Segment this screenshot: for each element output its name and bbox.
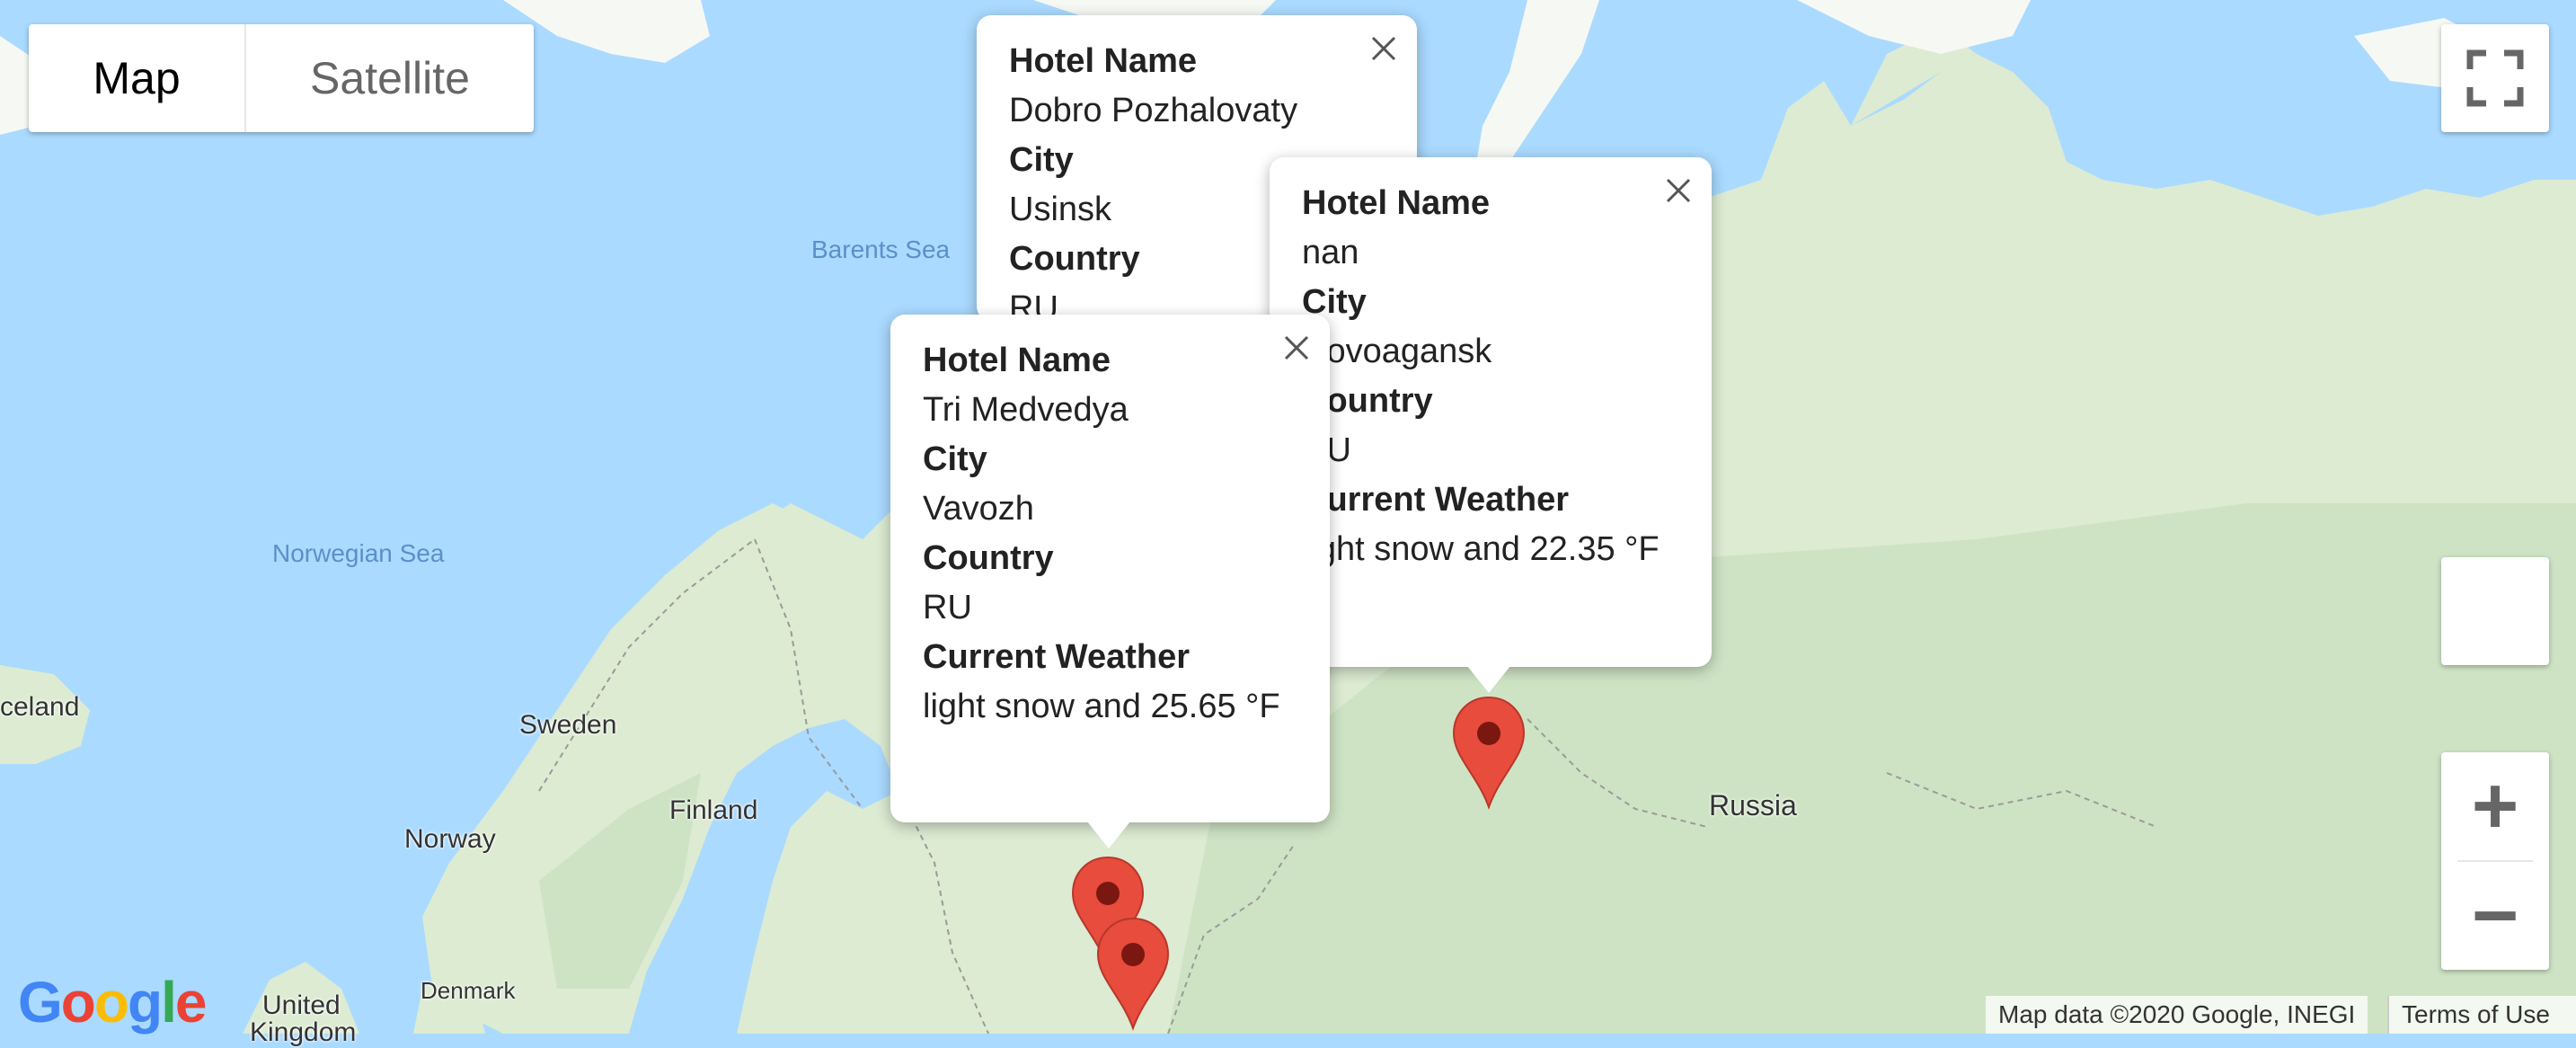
label-finland: Finland (669, 795, 758, 825)
country-label: Country (1302, 382, 1433, 420)
zoom-in-button[interactable]: + (2441, 752, 2549, 860)
label-norway: Norway (404, 824, 496, 854)
fullscreen-button[interactable] (2441, 24, 2549, 132)
street-view-control[interactable] (2441, 557, 2549, 665)
hotel-name: Tri Medvedya (923, 391, 1129, 429)
label-united-kingdom-2: Kingdom (250, 1017, 357, 1047)
label-russia: Russia (1709, 789, 1797, 822)
map-type-control: Map Satellite (29, 24, 534, 132)
city-name: Novoagansk (1302, 333, 1492, 370)
city-name: Vavozh (923, 490, 1034, 528)
city-label: City (923, 440, 987, 478)
zoom-out-button[interactable]: − (2441, 862, 2549, 970)
fullscreen-icon (2466, 49, 2524, 107)
country-code: RU (923, 589, 972, 626)
map-marker-usinsk[interactable] (1094, 915, 1172, 1034)
close-icon[interactable] (1283, 334, 1310, 361)
label-sweden: Sweden (519, 710, 617, 740)
weather-label: Current Weather (923, 638, 1191, 676)
country-label: Country (923, 539, 1054, 577)
info-window-novoagansk: Hotel Name nan City Novoagansk Country R… (1270, 157, 1712, 667)
country-code: RU (1302, 426, 1679, 475)
info-window-tail (1467, 666, 1510, 693)
terms-of-use-link[interactable]: Terms of Use (2387, 996, 2576, 1034)
hotel-label: Hotel Name (923, 342, 1111, 379)
weather-label: Current Weather (1302, 481, 1570, 519)
label-united-kingdom: United (262, 990, 341, 1020)
weather-value: light snow and 22.35 °F (1302, 530, 1660, 568)
info-window-tail (1087, 822, 1130, 848)
label-iceland: celand (0, 692, 80, 722)
label-denmark: Denmark (420, 977, 516, 1004)
weather-value: light snow and 25.65 °F (923, 688, 1280, 725)
map-attribution: Map data ©2020 Google, INEGI (1986, 996, 2368, 1034)
map-type-map-button[interactable]: Map (29, 24, 246, 132)
map-type-satellite-button[interactable]: Satellite (246, 24, 534, 132)
hotel-name: nan (1302, 234, 1359, 271)
hotel-name: Dobro Pozhalovaty (1009, 92, 1298, 129)
city-label: City (1302, 283, 1367, 321)
label-barents-sea: Barents Sea (811, 235, 951, 263)
info-window-vavozh: Hotel Name Tri Medvedya City Vavozh Coun… (890, 315, 1330, 822)
zoom-control: + − (2441, 752, 2549, 970)
map-marker-novoagansk[interactable] (1450, 694, 1527, 811)
hotel-label: Hotel Name (1009, 42, 1198, 80)
close-icon[interactable] (1665, 177, 1692, 204)
label-norwegian-sea: Norwegian Sea (272, 539, 445, 567)
hotel-label: Hotel Name (1302, 184, 1491, 222)
close-icon[interactable] (1370, 35, 1397, 62)
google-logo[interactable]: Google (18, 969, 207, 1035)
